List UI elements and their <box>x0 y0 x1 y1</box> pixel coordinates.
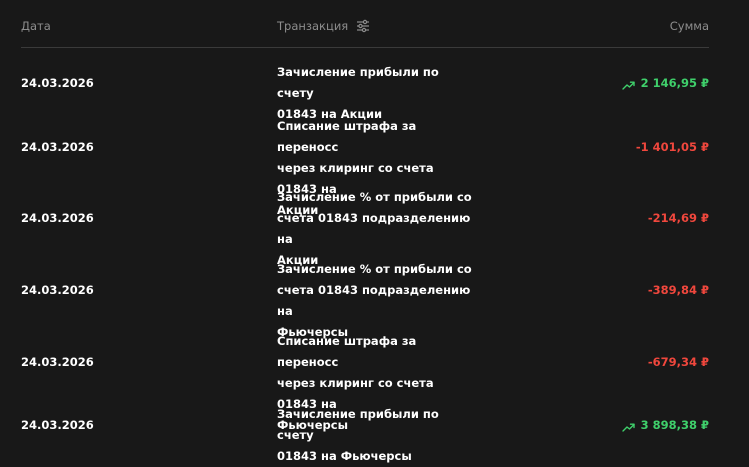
row-amount-value: -389,84 ₽ <box>647 283 709 297</box>
sliders-icon[interactable] <box>356 19 370 33</box>
trend-up-icon <box>621 421 635 432</box>
trend-up-icon <box>621 79 635 90</box>
row-transaction-line: Зачисление % от прибыли со <box>277 261 472 276</box>
table-header: Дата Транзакция Сумма <box>21 0 709 48</box>
row-amount: -214,69 ₽ <box>648 211 709 225</box>
row-date: 24.03.2026 <box>21 211 94 225</box>
row-transaction-line: Зачисление прибыли по счету <box>277 65 439 100</box>
row-amount-value: 2 146,95 ₽ <box>640 76 709 90</box>
row-amount: 2 146,95 ₽ <box>621 76 709 90</box>
row-amount-value: -679,34 ₽ <box>647 355 709 369</box>
column-header-amount[interactable]: Сумма <box>670 19 709 33</box>
row-transaction-line: счета 01843 подразделению на <box>277 210 471 246</box>
row-date: 24.03.2026 <box>21 140 94 154</box>
row-transaction-line: счета 01843 подразделению на <box>277 282 471 318</box>
row-amount: -1 401,05 ₽ <box>636 140 709 154</box>
column-header-transaction-label: Транзакция <box>277 19 349 33</box>
row-amount-value: 3 898,38 ₽ <box>640 418 709 432</box>
row-date: 24.03.2026 <box>21 76 94 90</box>
row-amount: -389,84 ₽ <box>648 283 709 297</box>
row-amount: 3 898,38 ₽ <box>621 418 709 432</box>
row-date: 24.03.2026 <box>21 283 94 297</box>
row-transaction-line: Списание штрафа за переносс <box>277 333 417 369</box>
row-transaction-line: Зачисление прибыли по счету <box>277 407 439 442</box>
row-amount-value: -1 401,05 ₽ <box>635 140 709 154</box>
column-header-date[interactable]: Дата <box>21 19 51 33</box>
row-transaction-line: Списание штрафа за переносс <box>277 118 417 154</box>
row-amount: -679,34 ₽ <box>648 355 709 369</box>
transactions-table: Дата Транзакция Сумма 24.03.2026 Зачислен… <box>21 0 709 463</box>
row-date: 24.03.2026 <box>21 355 94 369</box>
row-amount-value: -214,69 ₽ <box>647 211 709 225</box>
row-transaction-line: Зачисление % от прибыли со <box>277 189 472 204</box>
row-date: 24.03.2026 <box>21 418 94 432</box>
row-transaction-line: 01843 на Фьючерсы <box>277 449 412 463</box>
row-transaction: Зачисление прибыли по счету 01843 на Фьюч… <box>277 404 477 467</box>
column-header-transaction[interactable]: Транзакция <box>277 19 370 33</box>
